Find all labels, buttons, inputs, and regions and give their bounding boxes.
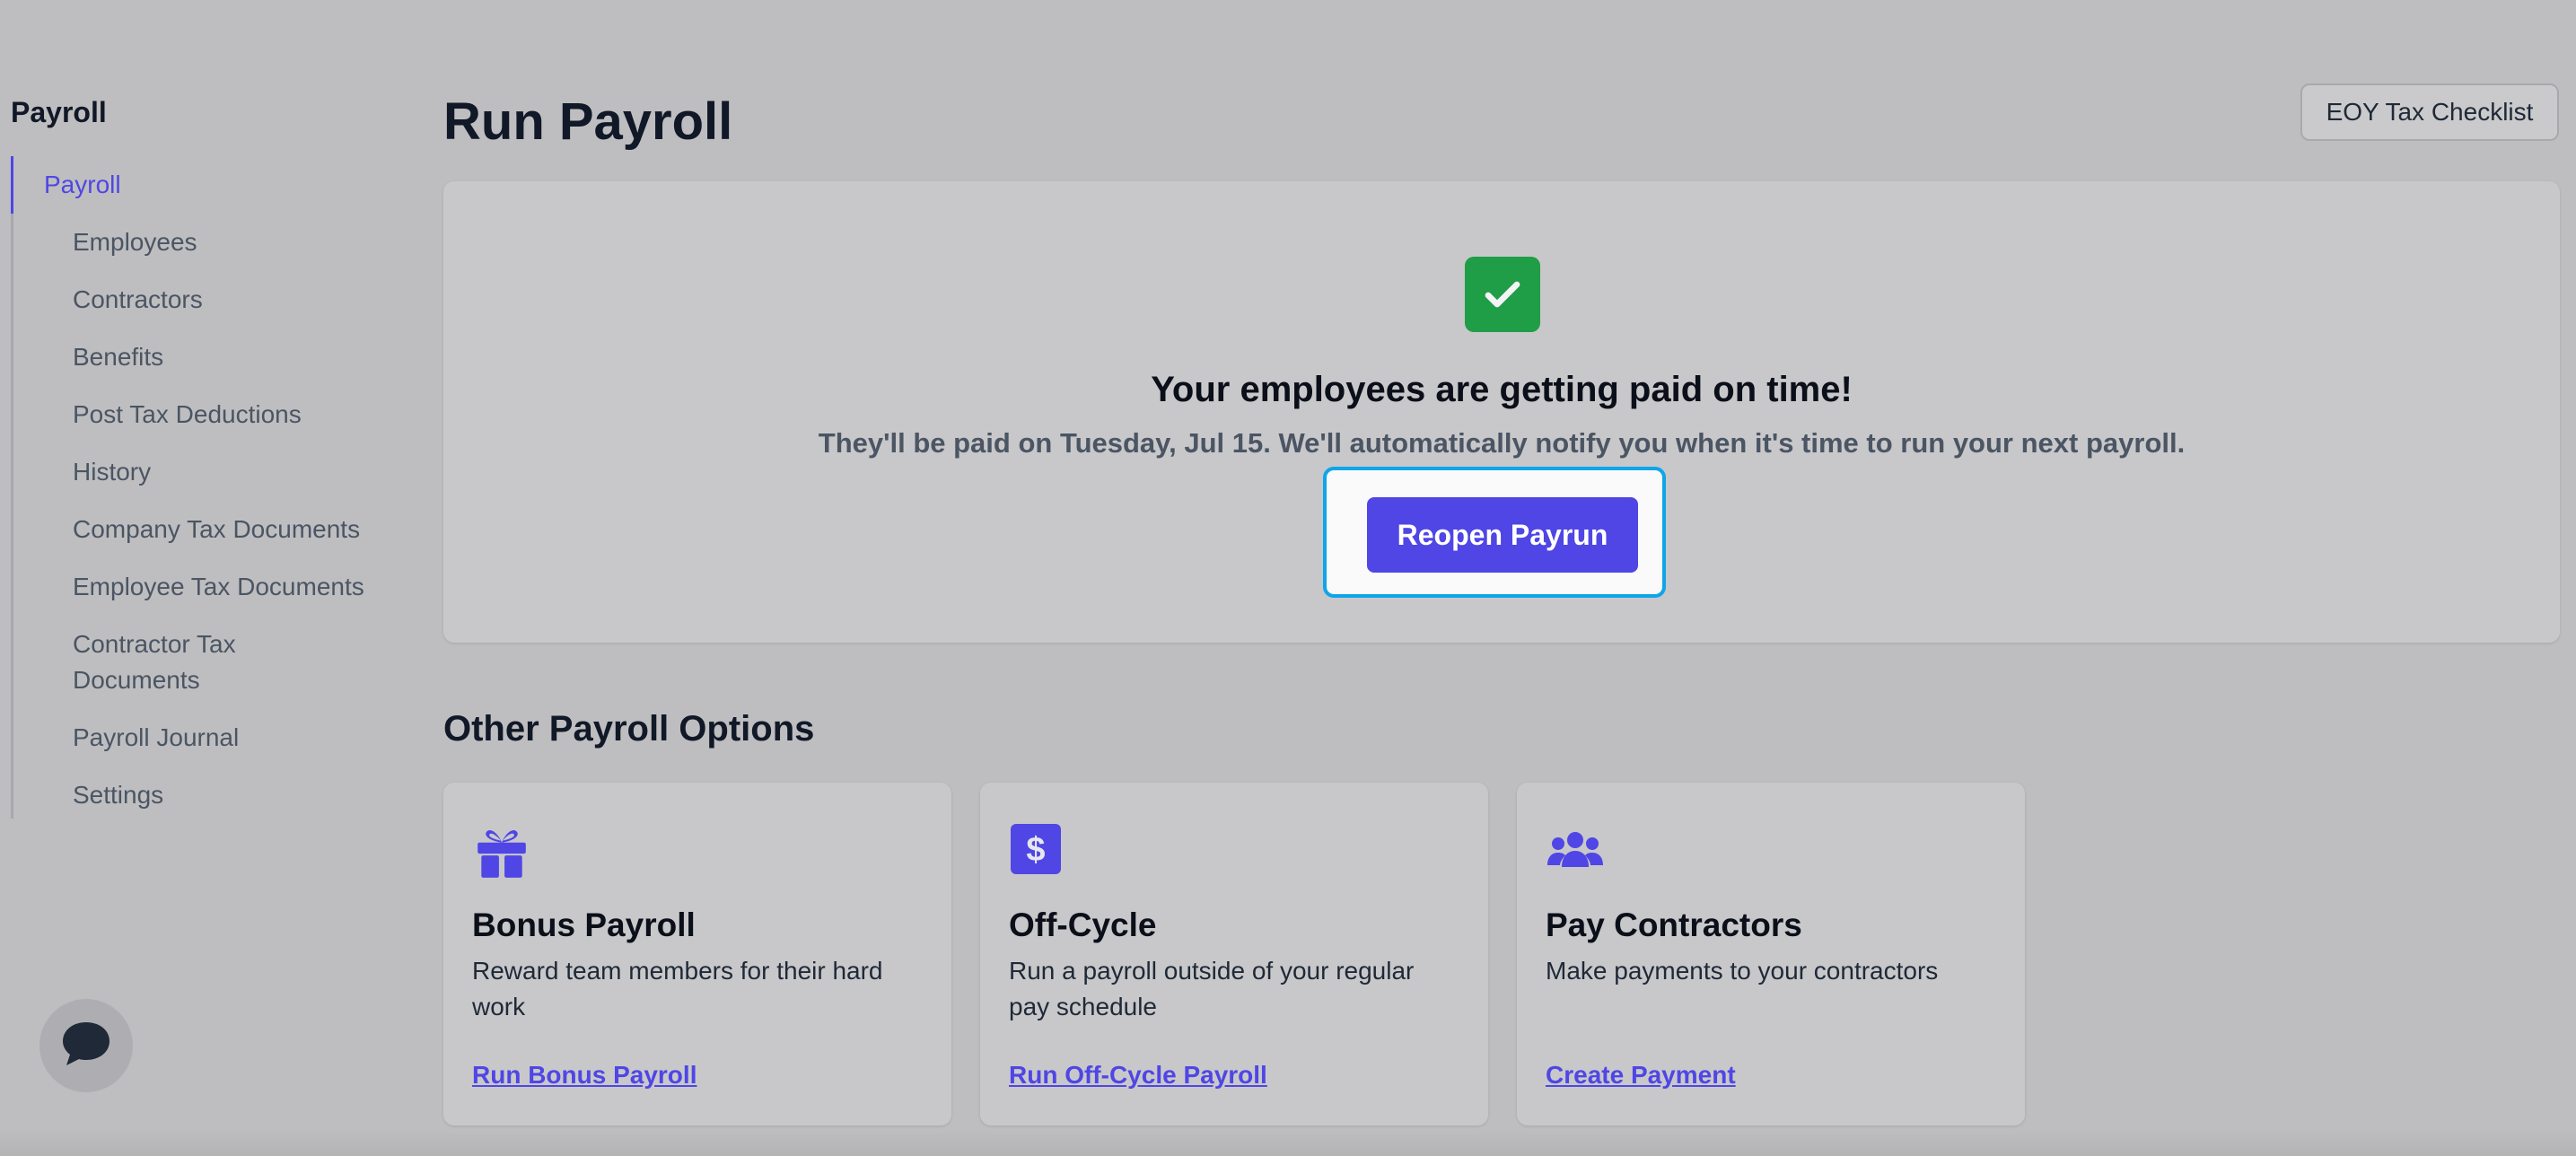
sidebar-title: Payroll — [11, 96, 107, 128]
bottom-shadow — [0, 1129, 2576, 1156]
sidebar: Payroll Payroll Employees Contractors Be… — [11, 90, 388, 819]
bonus-payroll-card: Bonus Payroll Reward team members for th… — [443, 783, 951, 1125]
bonus-payroll-description: Reward team members for their hard work — [472, 957, 883, 1020]
sidebar-item-contractor-tax-documents[interactable]: Contractor Tax Documents — [13, 616, 306, 709]
other-options-title: Other Payroll Options — [443, 709, 815, 749]
pay-contractors-description: Make payments to your contractors — [1546, 957, 1939, 985]
sidebar-item-payroll-journal[interactable]: Payroll Journal — [13, 709, 388, 766]
svg-text:$: $ — [1026, 831, 1045, 869]
sidebar-item-company-tax-documents[interactable]: Company Tax Documents — [13, 501, 388, 558]
sidebar-item-payroll[interactable]: Payroll — [11, 156, 388, 214]
sidebar-item-benefits[interactable]: Benefits — [13, 328, 388, 386]
chat-button[interactable] — [39, 999, 133, 1092]
sidebar-item-employee-tax-documents[interactable]: Employee Tax Documents — [13, 558, 388, 616]
chat-icon — [59, 1019, 113, 1073]
sidebar-item-history[interactable]: History — [13, 443, 388, 501]
check-icon — [1465, 257, 1540, 332]
users-icon — [1546, 822, 1605, 881]
sidebar-item-employees[interactable]: Employees — [13, 214, 388, 271]
gift-icon — [472, 822, 531, 881]
off-cycle-description: Run a payroll outside of your regular pa… — [1009, 957, 1415, 1020]
page-title: Run Payroll — [443, 92, 733, 151]
reopen-payrun-button[interactable]: Reopen Payrun — [1367, 497, 1638, 573]
create-payment-link[interactable]: Create Payment — [1546, 1061, 1736, 1090]
run-off-cycle-payroll-link[interactable]: Run Off-Cycle Payroll — [1009, 1061, 1267, 1090]
payroll-status-card: Your employees are getting paid on time!… — [443, 181, 2560, 643]
pay-contractors-card: Pay Contractors Make payments to your co… — [1517, 783, 2025, 1125]
pay-contractors-title: Pay Contractors — [1546, 906, 1802, 943]
status-heading: Your employees are getting paid on time! — [1151, 370, 1853, 409]
eoy-tax-checklist-button[interactable]: EOY Tax Checklist — [2300, 83, 2559, 141]
sidebar-item-post-tax-deductions[interactable]: Post Tax Deductions — [13, 386, 388, 443]
dollar-icon: $ — [1009, 822, 1068, 881]
sidebar-item-settings[interactable]: Settings — [13, 766, 388, 824]
sidebar-nav: Payroll Employees Contractors Benefits P… — [11, 156, 388, 819]
sidebar-item-contractors[interactable]: Contractors — [13, 271, 388, 328]
bonus-payroll-title: Bonus Payroll — [472, 906, 696, 943]
off-cycle-title: Off-Cycle — [1009, 906, 1157, 943]
off-cycle-card: $ Off-Cycle Run a payroll outside of you… — [980, 783, 1488, 1125]
run-bonus-payroll-link[interactable]: Run Bonus Payroll — [472, 1061, 697, 1090]
status-subtext: They'll be paid on Tuesday, Jul 15. We'l… — [818, 427, 2186, 459]
